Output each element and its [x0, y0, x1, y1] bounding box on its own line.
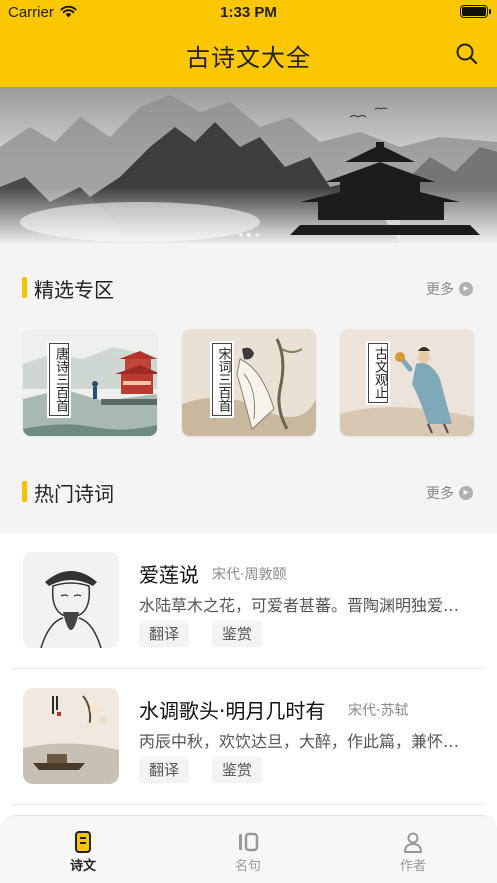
poem-excerpt: 水陆草木之花，可爱者甚蕃。晋陶渊明独爱菊。: [139, 596, 473, 615]
card-label: 宋词三百首: [210, 342, 233, 417]
chevron-right-icon: ▸: [459, 282, 473, 296]
featured-card-song[interactable]: 宋词三百首: [181, 329, 316, 436]
list-divider: [12, 804, 485, 805]
battery-icon: [460, 5, 491, 18]
carousel-dot[interactable]: [246, 233, 251, 237]
tab-quotes[interactable]: 名句: [208, 830, 288, 874]
poem-list: 爱莲说 宋代·周敦颐 水陆草木之花，可爱者甚蕃。晋陶渊明独爱菊。 翻译 鉴赏 水…: [0, 533, 497, 833]
author-portrait: [23, 552, 119, 648]
list-item[interactable]: 爱莲说 宋代·周敦颐 水陆草木之花，可爱者甚蕃。晋陶渊明独爱菊。 翻译 鉴赏: [0, 533, 497, 669]
quote-icon: [239, 832, 259, 852]
more-label: 更多: [426, 282, 454, 298]
section-title: 精选专区: [34, 278, 114, 302]
tab-poems[interactable]: 诗文: [43, 830, 123, 874]
banner-landscape-image: [0, 87, 497, 243]
carousel-dots: [0, 233, 497, 237]
hot-section-header: 热门诗词 更多 ▸: [0, 470, 497, 510]
tab-label: 作者: [399, 859, 426, 874]
card-illustration: [340, 329, 474, 436]
chevron-right-icon: ▸: [459, 486, 473, 500]
carousel-dot[interactable]: [254, 233, 259, 237]
top-bar: Carrier 1:33 PM 古诗文大全: [0, 0, 497, 87]
featured-card-guwen[interactable]: 古文观止: [340, 329, 474, 436]
translate-tag[interactable]: 翻译: [139, 621, 190, 647]
banner-carousel[interactable]: [0, 87, 497, 243]
card-label: 古文观止: [367, 342, 389, 404]
featured-more-button[interactable]: 更多 ▸: [426, 279, 473, 299]
tab-bar: 诗文 名句 作者: [0, 815, 497, 883]
hot-more-button[interactable]: 更多 ▸: [426, 483, 473, 503]
poem-author: 宋代·苏轼: [348, 703, 409, 719]
featured-card-tang[interactable]: 唐诗三百首: [23, 329, 157, 436]
translate-tag[interactable]: 翻译: [139, 757, 190, 783]
section-accent-bar: [22, 481, 27, 502]
person-icon: [403, 832, 423, 853]
poem-title: 爱莲说: [139, 563, 199, 587]
page-title: 古诗文大全: [186, 44, 311, 72]
card-label: 唐诗三百首: [48, 342, 70, 417]
tab-label: 诗文: [69, 859, 96, 874]
clock: 1:33 PM: [220, 4, 277, 21]
poem-excerpt: 丙辰中秋，欢饮达旦，大醉，作此篇，兼怀子由。: [139, 732, 473, 751]
search-icon[interactable]: [455, 42, 479, 66]
tab-authors[interactable]: 作者: [373, 830, 453, 874]
featured-cards: 唐诗三百首 宋词三百首 古文观止: [23, 329, 474, 437]
document-icon: [75, 831, 91, 853]
featured-section-header: 精选专区 更多 ▸: [0, 266, 497, 306]
appreciate-tag[interactable]: 鉴赏: [212, 621, 263, 647]
poem-author: 宋代·周敦颐: [212, 567, 287, 583]
carousel-dot[interactable]: [238, 233, 243, 237]
more-label: 更多: [426, 486, 454, 502]
status-bar: Carrier 1:33 PM: [0, 0, 497, 24]
section-accent-bar: [22, 277, 27, 298]
tab-label: 名句: [234, 859, 261, 874]
card-illustration: [181, 329, 316, 436]
appreciate-tag[interactable]: 鉴赏: [212, 757, 263, 783]
card-illustration: [23, 329, 157, 436]
poem-title: 水调歌头·明月几时有: [139, 699, 326, 723]
section-title: 热门诗词: [34, 482, 114, 506]
list-item[interactable]: 水调歌头·明月几时有 宋代·苏轼 丙辰中秋，欢饮达旦，大醉，作此篇，兼怀子由。 …: [0, 669, 497, 805]
poem-thumbnail: [23, 688, 119, 784]
